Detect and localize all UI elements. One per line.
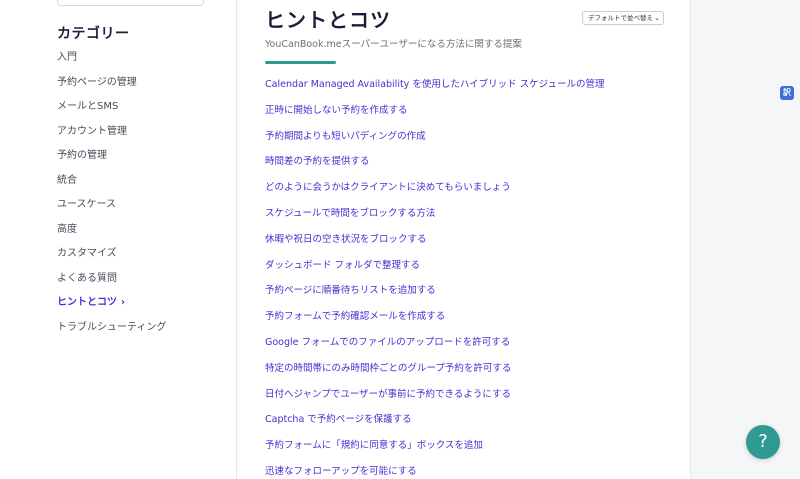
accent-bar xyxy=(265,61,336,64)
page-subtitle: YouCanBook.meスーパーユーザーになる方法に関する提案 xyxy=(265,39,522,50)
article-link[interactable]: 予約ページに順番待ちリストを追加する xyxy=(265,283,605,309)
article-link[interactable]: Calendar Managed Availability を使用したハイブリッ… xyxy=(265,77,605,103)
sort-select[interactable]: デフォルトで並べ替え ⌄ xyxy=(582,11,664,25)
search-input[interactable] xyxy=(57,0,204,6)
sidebar-item-tips[interactable]: ヒントとコツ › xyxy=(57,295,166,320)
list-item: 迅速なフォローアップを可能にする xyxy=(265,464,605,479)
list-item: Captcha で予約ページを保護する xyxy=(265,412,605,438)
article-link[interactable]: どのように会うかはクライアントに決めてもらいましょう xyxy=(265,180,605,206)
article-link[interactable]: 休暇や祝日の空き状況をブロックする xyxy=(265,232,605,258)
list-item: ダッシュボード フォルダで整理する xyxy=(265,258,605,284)
article-link[interactable]: スケジュールで時間をブロックする方法 xyxy=(265,206,605,232)
article-link[interactable]: 予約フォームで予約確認メールを作成する xyxy=(265,309,605,335)
list-item: Calendar Managed Availability を使用したハイブリッ… xyxy=(265,77,605,103)
list-item: スケジュールで時間をブロックする方法 xyxy=(265,206,605,232)
article-link[interactable]: ダッシュボード フォルダで整理する xyxy=(265,258,605,284)
category-list: 入門 予約ページの管理 メールとSMS アカウント管理 予約の管理 統合 ユース… xyxy=(57,50,166,344)
article-link[interactable]: 時間差の予約を提供する xyxy=(265,154,605,180)
sidebar-item-use-cases[interactable]: ユースケース xyxy=(57,197,166,222)
sidebar-item-email-sms[interactable]: メールとSMS xyxy=(57,99,166,124)
list-item: 特定の時間帯にのみ時間枠ごとのグループ予約を許可する xyxy=(265,361,605,387)
article-link[interactable]: 正時に開始しない予約を作成する xyxy=(265,103,605,129)
sidebar-item-advanced[interactable]: 高度 xyxy=(57,222,166,247)
sidebar-item-faq[interactable]: よくある質問 xyxy=(57,271,166,296)
sidebar-item-getting-started[interactable]: 入門 xyxy=(57,50,166,75)
article-link[interactable]: 予約フォームに「規約に同意する」ボックスを追加 xyxy=(265,438,605,464)
article-link[interactable]: 特定の時間帯にのみ時間枠ごとのグループ予約を許可する xyxy=(265,361,605,387)
list-item: 正時に開始しない予約を作成する xyxy=(265,103,605,129)
list-item: 予約フォームで予約確認メールを作成する xyxy=(265,309,605,335)
chevron-down-icon: ⌄ xyxy=(654,14,660,22)
list-item: 予約期間よりも短いパディングの作成 xyxy=(265,129,605,155)
sidebar-item-integrations[interactable]: 統合 xyxy=(57,173,166,198)
page-title: ヒントとコツ xyxy=(265,8,391,32)
article-link[interactable]: 予約期間よりも短いパディングの作成 xyxy=(265,129,605,155)
article-list: Calendar Managed Availability を使用したハイブリッ… xyxy=(265,77,605,479)
list-item: 休暇や祝日の空き状況をブロックする xyxy=(265,232,605,258)
list-item: どのように会うかはクライアントに決めてもらいましょう xyxy=(265,180,605,206)
sidebar-item-booking-pages[interactable]: 予約ページの管理 xyxy=(57,75,166,100)
list-item: Google フォームでのファイルのアップロードを許可する xyxy=(265,335,605,361)
help-button[interactable]: ? xyxy=(746,425,780,459)
list-item: 時間差の予約を提供する xyxy=(265,154,605,180)
list-item: 日付へジャンプでユーザーが事前に予約できるようにする xyxy=(265,387,605,413)
sidebar: カテゴリー 入門 予約ページの管理 メールとSMS アカウント管理 予約の管理 … xyxy=(0,0,236,479)
sidebar-item-account[interactable]: アカウント管理 xyxy=(57,124,166,149)
chevron-right-icon: › xyxy=(121,297,126,308)
article-link[interactable]: Captcha で予約ページを保護する xyxy=(265,412,605,438)
list-item: 予約フォームに「規約に同意する」ボックスを追加 xyxy=(265,438,605,464)
article-link[interactable]: 迅速なフォローアップを可能にする xyxy=(265,464,605,479)
sidebar-item-customize[interactable]: カスタマイズ xyxy=(57,246,166,271)
main-content: ヒントとコツ デフォルトで並べ替え ⌄ YouCanBook.meスーパーユーザ… xyxy=(237,0,691,479)
sidebar-item-bookings[interactable]: 予約の管理 xyxy=(57,148,166,173)
sidebar-item-troubleshooting[interactable]: トラブルシューティング xyxy=(57,320,166,345)
article-link[interactable]: 日付へジャンプでユーザーが事前に予約できるようにする xyxy=(265,387,605,413)
sidebar-heading: カテゴリー xyxy=(57,26,130,42)
article-link[interactable]: Google フォームでのファイルのアップロードを許可する xyxy=(265,335,605,361)
list-item: 予約ページに順番待ちリストを追加する xyxy=(265,283,605,309)
translate-icon[interactable]: 訳 xyxy=(780,86,794,100)
